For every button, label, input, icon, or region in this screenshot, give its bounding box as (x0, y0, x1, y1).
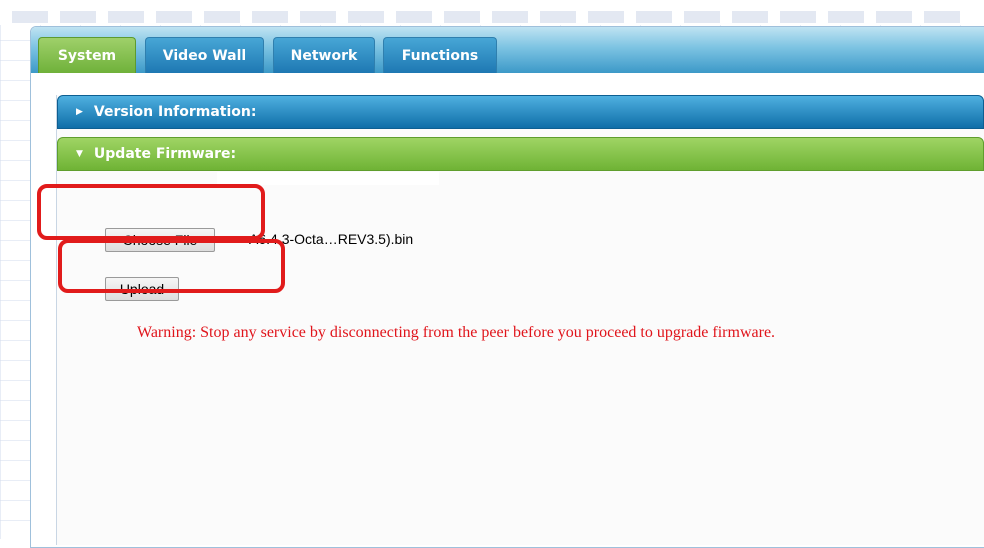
caret-right-icon: ▶ (76, 107, 83, 117)
tab-network[interactable]: Network (273, 37, 375, 73)
tab-system[interactable]: System (38, 37, 136, 73)
update-firmware-header[interactable]: ▼ Update Firmware: (57, 137, 984, 171)
update-firmware-title: Update Firmware: (93, 146, 237, 162)
choose-file-highlight (37, 184, 265, 240)
top-strip (0, 0, 984, 25)
firmware-warning: Warning: Stop any service by disconnecti… (137, 324, 776, 341)
system-content: ▶ Version Information: ▼ Update Firmware… (56, 95, 984, 545)
caret-down-icon: ▼ (76, 149, 83, 159)
version-information-header[interactable]: ▶ Version Information: (57, 95, 984, 129)
version-information-title: Version Information: (93, 104, 257, 120)
tab-bar: System Video Wall Network Functions (31, 27, 984, 73)
tab-functions[interactable]: Functions (383, 37, 497, 73)
upload-highlight (58, 239, 285, 293)
tab-video-wall[interactable]: Video Wall (145, 37, 264, 73)
